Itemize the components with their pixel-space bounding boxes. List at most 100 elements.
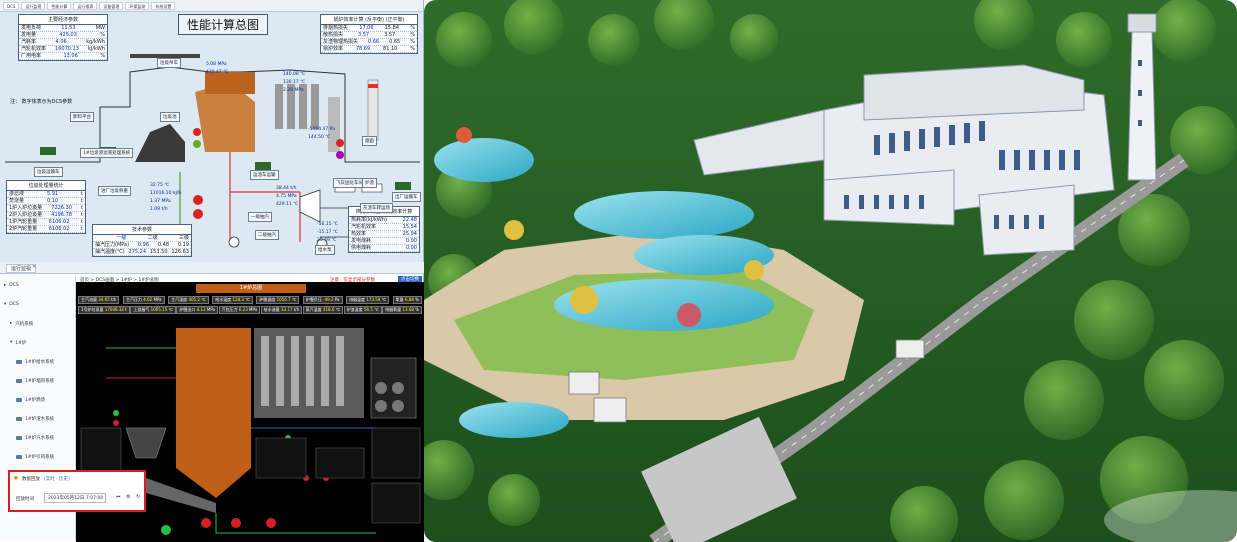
refresh-icon[interactable]: ↻: [136, 494, 140, 500]
metric: 炉膛温度 1056.7 ℃: [256, 296, 300, 304]
tree-item[interactable]: ▸ DCS: [0, 276, 75, 295]
expand-icon: ▾: [4, 302, 7, 307]
value-readout: 4.75 MPa: [276, 194, 297, 199]
table-row: 厂用电率 13.06%: [19, 53, 107, 60]
perf-tab[interactable]: DCS: [3, 2, 20, 10]
chimney-tower: [1127, 13, 1157, 181]
value-readout: 140.08 ℃: [283, 72, 306, 77]
pump-icon: [193, 195, 203, 205]
table-row: 排烟热损失 17.06 15.84%: [321, 25, 417, 32]
value-readout: -5084.47 Pa: [308, 127, 335, 132]
popup-title: 数据回放: [21, 477, 40, 482]
tree-item[interactable]: 1#炉渣水系统: [0, 409, 75, 428]
truck-label: 垃圾运输车: [34, 167, 63, 177]
perf-tab[interactable]: 运行报表: [73, 2, 98, 10]
pond: [459, 402, 569, 438]
tree-item[interactable]: ▾ 1#炉: [0, 333, 75, 352]
metric: 1号炉垃圾量 17008.34 t: [78, 306, 130, 314]
value-readout: 11016.10 kJ/h: [150, 191, 182, 196]
play-icon[interactable]: ⏮: [116, 494, 121, 500]
table-row: 汽耗率 4.06 kg/kWh: [19, 39, 107, 46]
metrics-row: 1号炉垃圾量 17008.34 t 上游烟气 1065.15 ℃ 炉膛出口 4.…: [78, 306, 422, 314]
metric: 排烟温度 173.59 ℃: [346, 296, 390, 304]
pavilion: [568, 371, 600, 395]
tree-item[interactable]: 1#炉给水系统: [0, 352, 75, 371]
perf-tab[interactable]: 系统设置: [151, 2, 176, 10]
waste-pit-icon: [135, 124, 185, 162]
expand-icon: ▸: [4, 283, 7, 288]
tree-item[interactable]: 1#炉引风系统: [0, 447, 75, 466]
table-row: 供电煤耗 0.00: [349, 245, 419, 252]
valve-icon: [193, 128, 201, 136]
valve-icon: [336, 151, 344, 159]
table-row: 渗滤液 5.91 t: [7, 191, 85, 198]
extraction-params-table: 技术参数 一级 二级 三级 抽汽压力(MPa) 0.96 0.48 0.19 抽汽温度(℃…: [92, 224, 192, 257]
value-readout: 1.09 t/h: [150, 207, 168, 212]
table-row: 散热损失 3.57 3.57%: [321, 32, 417, 39]
chimney-label: 烟囱: [362, 136, 377, 146]
truck-icon: [255, 162, 271, 170]
perf-tab[interactable]: 运行监视: [21, 2, 46, 10]
playback-time-input[interactable]: 2023年05月12日 7:07:00: [44, 493, 106, 503]
plant-aerial-image: [424, 0, 1237, 542]
pond: [434, 138, 534, 182]
tree-item[interactable]: 1#炉燃烧: [0, 390, 75, 409]
metric: 主汽温度 405.2 ℃: [168, 296, 209, 304]
perf-tab[interactable]: 设备管理: [99, 2, 124, 10]
table-row: 锅炉效率 78.69 81.10%: [321, 46, 417, 53]
main-params-header: 主要经济参数: [19, 15, 107, 25]
popup-mode[interactable]: (实时 · 历史): [44, 476, 70, 482]
tree-item[interactable]: ▸ 汽机系统: [0, 314, 75, 333]
scale-label: 进厂垃圾称重: [98, 186, 131, 196]
pump-label: 给水泵: [315, 245, 335, 255]
boiler-eff-header: 锅炉效率计算: [333, 17, 364, 23]
dcs-monitor-window: 运行监视 ✕ ▸ DCS ▾ DCS ▸ 汽机系统 ▾ 1#炉 1#炉给水系统 1#炉烟…: [0, 262, 424, 542]
fan-icon: [231, 518, 241, 528]
value-readout: 429.11 ℃: [276, 202, 299, 207]
perf-tab[interactable]: 环保监测: [125, 2, 150, 10]
pump-icon: [193, 209, 203, 219]
status-indicator: [113, 420, 119, 426]
table-row: 抽汽压力(MPa) 0.96 0.48 0.19: [93, 242, 191, 249]
value-readout: -56.15 ℃: [317, 222, 338, 227]
waste-stats-header: 垃圾处理量统计: [7, 181, 85, 191]
value-readout: 38.44 t/h: [276, 186, 297, 191]
screenshot-stage: DCS 运行监视 性能计算 运行报表 设备管理 环保监测 系统设置 性能计算总图…: [0, 0, 1237, 542]
dcs-header-bar: 运行监视 ✕: [0, 262, 424, 274]
tree-item[interactable]: 1#炉烟风系统: [0, 371, 75, 390]
settings-icon[interactable]: ⚙: [126, 494, 130, 500]
folder-icon: [16, 416, 22, 421]
truck-icon: [40, 147, 56, 155]
metric: 炉渣温度 56.5 ℃: [343, 306, 382, 314]
value-readout: 2.28 MPa: [283, 88, 304, 93]
tree-item[interactable]: 1#炉汽水系统: [0, 428, 75, 447]
fan-icon: [201, 518, 211, 528]
metrics-row: 主汽流量 34.65 t/h 主汽压力 4.62 MPa 主汽温度 405.2 …: [78, 296, 422, 304]
pond: [574, 191, 754, 239]
value-readout: 1.37 MPa: [150, 199, 171, 204]
metric: 主汽流量 34.65 t/h: [78, 296, 120, 304]
turbine-icon: [299, 189, 321, 223]
table-row: 2炉入炉垃圾量 4196.78 t: [7, 212, 85, 219]
metric: 炉膛负压 -49.2 Pa: [302, 296, 343, 304]
perf-tab[interactable]: 性能计算: [47, 2, 72, 10]
close-icon[interactable]: ✕: [32, 264, 36, 270]
metric: 蒸汽温度 418.6 ℃: [302, 306, 344, 314]
table-row: 焚烧量 0.10 t: [7, 198, 85, 205]
folder-icon: [16, 454, 22, 459]
status-indicator: [113, 410, 119, 416]
leachate-label: 1#垃圾渗滤液处理系统: [80, 148, 134, 158]
crane-label: 垃圾吊车: [157, 58, 181, 68]
valve-icon: [193, 140, 201, 148]
valve-icon: [336, 139, 344, 147]
table-row: 汽轮机效率 15.54: [349, 224, 419, 231]
value-readout: -15.17 ℃: [317, 230, 338, 235]
fan-icon: [161, 525, 171, 535]
tree-item[interactable]: ▾ DCS: [0, 295, 75, 314]
boiler-efficiency-table: 锅炉效率计算 (反平衡) (正平衡) 排烟热损失 17.06 15.84% 散热损失…: [320, 14, 418, 54]
plant-aerial-illustration: [424, 0, 1237, 542]
playback-time-label: 回放时间: [16, 497, 34, 502]
folder-icon: [16, 435, 22, 440]
col-label: (正平衡): [385, 17, 405, 23]
chimney-icon: [367, 79, 379, 141]
